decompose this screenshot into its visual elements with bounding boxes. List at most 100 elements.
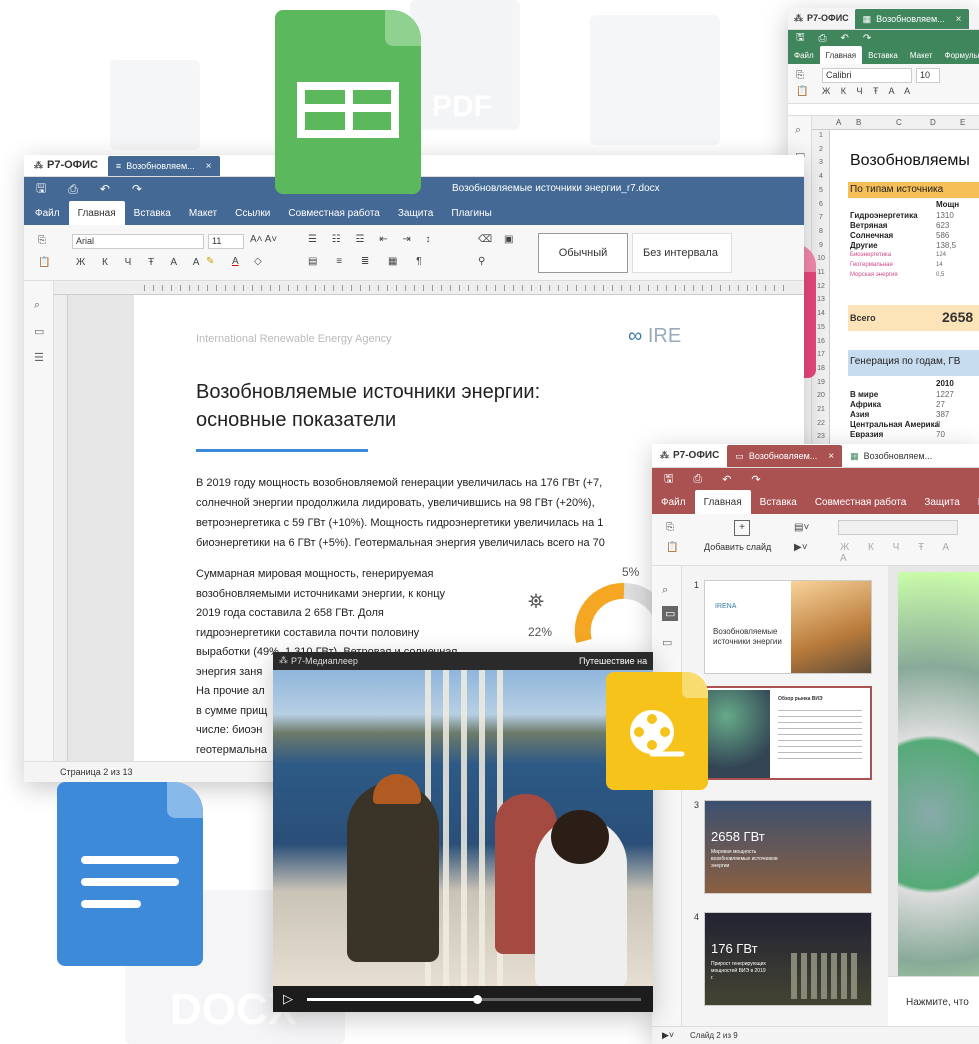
copy-style-icon[interactable]: ⚲ [478,256,485,267]
copy-icon[interactable]: ⎘ [38,235,46,246]
row-number[interactable]: 1 [812,132,830,139]
menu-home[interactable]: Главная [819,46,863,64]
row-number[interactable]: 19 [812,379,830,386]
save-icon[interactable]: 🖫 [664,470,673,489]
row-label[interactable]: Азия [850,410,869,419]
row-value[interactable]: 8 [936,420,940,429]
close-icon[interactable]: × [956,14,962,25]
row-label[interactable]: Морская энергия [850,272,898,278]
highlight-icon[interactable]: ✎ [206,256,214,267]
font-name-field[interactable]: Calibri [822,68,912,83]
menu-layout[interactable]: Макет [904,46,939,64]
row-number[interactable]: 2 [812,146,830,153]
sheet-title-cell[interactable]: Возобновляемы [850,152,970,170]
paste-icon[interactable]: 📋 [666,542,678,553]
redo-icon[interactable]: ↷ [751,473,760,486]
search-icon[interactable]: ⌕ [662,584,668,597]
row-number[interactable]: 20 [812,392,830,399]
style-no-spacing[interactable]: Без интервала [632,233,732,273]
add-slide-button[interactable]: Добавить слайд [704,542,771,552]
text-format-icons[interactable]: Ж К Ч Ŧ A A [76,257,206,268]
font-size-field[interactable]: 11 [208,234,244,249]
row-number[interactable]: 23 [812,433,830,440]
section2-header[interactable]: Генерация по годам, ГВ [848,350,979,376]
redo-icon[interactable]: ↷ [863,33,871,44]
menu-protection[interactable]: Защита [915,490,968,514]
row-value[interactable]: 124 [936,252,946,258]
row-label[interactable]: Геотермальная [850,262,893,268]
section1-header[interactable]: По типам источника [848,182,979,198]
style-normal[interactable]: Обычный [538,233,628,273]
row-number[interactable]: 8 [812,228,830,235]
spreadsheet-tab[interactable]: ▦ Возобновляем... [842,445,941,467]
menu-references[interactable]: Ссылки [226,201,279,225]
redo-icon[interactable]: ↷ [132,182,142,196]
font-color-icon[interactable]: A [232,256,239,267]
progress-track[interactable] [307,995,641,1004]
notes-pane[interactable]: Нажмите, что [888,976,979,1026]
paste-icon[interactable]: 📋 [796,86,808,97]
slide-thumbnail-1[interactable]: IRENA Возобновляемые источники энергии [704,580,872,674]
menu-home[interactable]: Главная [68,201,125,225]
menu-formulas[interactable]: Формулы [939,46,979,64]
font-name-field[interactable]: Arial [72,234,204,249]
play-icon[interactable]: ▶˅ [794,542,808,553]
font-name-field[interactable] [838,520,958,535]
slide-thumbnail-4[interactable]: 176 ГВт Прирост генерирующих мощностей В… [704,912,872,1006]
vertical-ruler[interactable] [54,295,68,761]
row-number[interactable]: 7 [812,214,830,221]
save-icon[interactable]: 🖫 [796,30,805,47]
progress-knob[interactable] [473,995,483,1004]
slideshow-icon[interactable]: ▶˅ [662,1030,674,1041]
undo-icon[interactable]: ↶ [841,33,849,44]
total-row[interactable]: Всего 2658 [848,305,979,331]
year-header[interactable]: 2010 [936,379,954,388]
save-icon[interactable]: 🖫 [36,179,46,200]
undo-icon[interactable]: ↶ [722,473,731,486]
row-label[interactable]: Биоэнергетика [850,252,891,258]
menu-plugins[interactable]: Плагины [442,201,501,225]
col-c[interactable]: C [896,118,902,127]
row-value[interactable]: 138,5 [936,241,956,250]
close-icon[interactable]: × [828,451,834,462]
list-icons[interactable]: ☰ ☷ ☲ ⇤ ⇥ ↕ [308,234,437,245]
row-label[interactable]: Центральная Америка [850,420,939,429]
row-value[interactable]: 1227 [936,390,954,399]
row-value[interactable]: 27 [936,400,945,409]
menu-file[interactable]: Файл [652,490,695,514]
comments-icon[interactable]: ▭ [662,636,672,649]
print-icon[interactable]: ⎙ [693,473,702,486]
navigation-icon[interactable]: ☰ [34,351,44,364]
row-label[interactable]: В мире [850,390,878,399]
row-value[interactable]: 70 [936,430,945,439]
undo-icon[interactable]: ↶ [100,182,110,196]
clear-format-icon[interactable]: ⌫ [478,234,492,245]
slide-thumbnail-2[interactable]: Обзор рынка ВИЭ [704,686,872,780]
menu-plugins[interactable]: П [969,490,979,514]
row-label[interactable]: Ветряная [850,221,887,230]
menu-file[interactable]: Файл [26,201,69,225]
menu-home[interactable]: Главная [694,490,751,514]
layout-icon[interactable]: ▤˅ [794,522,809,533]
menu-insert[interactable]: Вставка [125,201,180,225]
row-value[interactable]: 14 [936,262,943,268]
row-number[interactable]: 22 [812,420,830,427]
writer-tab[interactable]: ≡ Возобновляем... × [107,156,220,176]
row-label[interactable]: Гидроэнергетика [850,211,918,220]
font-size-field[interactable]: 10 [916,68,940,83]
font-grow-icon[interactable]: A˄ A˅ [250,234,277,245]
col-e[interactable]: E [960,118,965,127]
row-value[interactable]: 1310 [936,211,954,220]
spreadsheet-tab[interactable]: ▦ Возобновляем... × [854,9,970,29]
horizontal-ruler[interactable] [54,281,804,295]
row-value[interactable]: 586 [936,231,949,240]
row-label[interactable]: Другие [850,241,878,250]
add-slide-icon[interactable]: + [734,520,750,536]
presentation-tab[interactable]: ▭ Возобновляем... × [727,445,843,467]
print-icon[interactable]: ⎙ [68,182,78,197]
copy-icon[interactable]: ⎘ [666,522,674,533]
video-frame[interactable] [273,670,653,986]
row-number[interactable]: 4 [812,173,830,180]
menu-protection[interactable]: Защита [389,201,442,225]
text-format-icons[interactable]: Ж К Ч Ŧ A A [840,542,979,564]
